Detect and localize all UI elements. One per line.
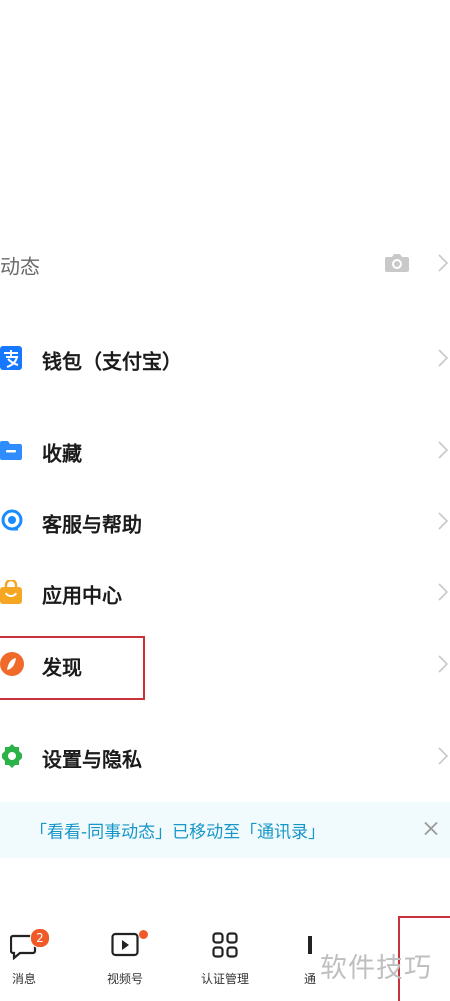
menu-item-label: 设置与隐私 — [42, 747, 142, 772]
menu-item-label: 客服与帮助 — [42, 512, 142, 537]
tab-video[interactable]: 视频号 — [85, 930, 165, 990]
tab-label: 视频号 — [106, 972, 143, 986]
tab-auth-management[interactable]: 认证管理 — [185, 930, 265, 990]
banner-text: 「看看-同事动态」已移动至「通讯录」 — [30, 822, 326, 843]
chevron-right-icon — [438, 655, 449, 677]
menu-item-label: 钱包（支付宝） — [42, 349, 182, 374]
menu-item-label: 收藏 — [42, 441, 82, 466]
menu-item-app-center[interactable]: 应用中心 — [0, 564, 450, 624]
camera-icon[interactable] — [384, 252, 410, 278]
support-icon — [0, 509, 24, 537]
contacts-icon — [305, 932, 315, 962]
unread-badge: 2 — [30, 928, 50, 948]
close-icon[interactable] — [424, 821, 438, 840]
menu-item-support[interactable]: 客服与帮助 — [0, 493, 450, 553]
alipay-icon — [0, 346, 22, 374]
menu-item-settings[interactable]: 设置与隐私 — [0, 728, 450, 788]
chevron-right-icon — [438, 747, 449, 769]
tab-label: 认证管理 — [200, 972, 249, 986]
new-dot — [139, 930, 148, 939]
tab-label: 消息 — [11, 972, 36, 986]
gear-icon — [0, 744, 24, 772]
watermark-text: 软件技巧 — [320, 953, 432, 984]
chevron-right-icon — [438, 254, 449, 276]
chevron-right-icon — [438, 583, 449, 605]
grid-icon — [212, 932, 238, 962]
menu-item-wallet[interactable]: 钱包（支付宝） — [0, 330, 450, 390]
chevron-right-icon — [438, 441, 449, 463]
chevron-right-icon — [438, 349, 449, 371]
highlight-box — [0, 636, 145, 700]
menu-item-moments[interactable]: 动态 — [0, 235, 450, 295]
video-icon — [111, 932, 139, 962]
shopping-bag-icon — [0, 578, 22, 608]
folder-icon — [0, 440, 22, 464]
menu-item-favorites[interactable]: 收藏 — [0, 422, 450, 482]
chevron-right-icon — [438, 512, 449, 534]
tab-messages[interactable]: 2 消息 — [0, 928, 64, 990]
menu-item-label: 动态 — [0, 254, 40, 279]
menu-item-label: 应用中心 — [42, 583, 122, 608]
notice-banner: 「看看-同事动态」已移动至「通讯录」 — [0, 802, 450, 858]
